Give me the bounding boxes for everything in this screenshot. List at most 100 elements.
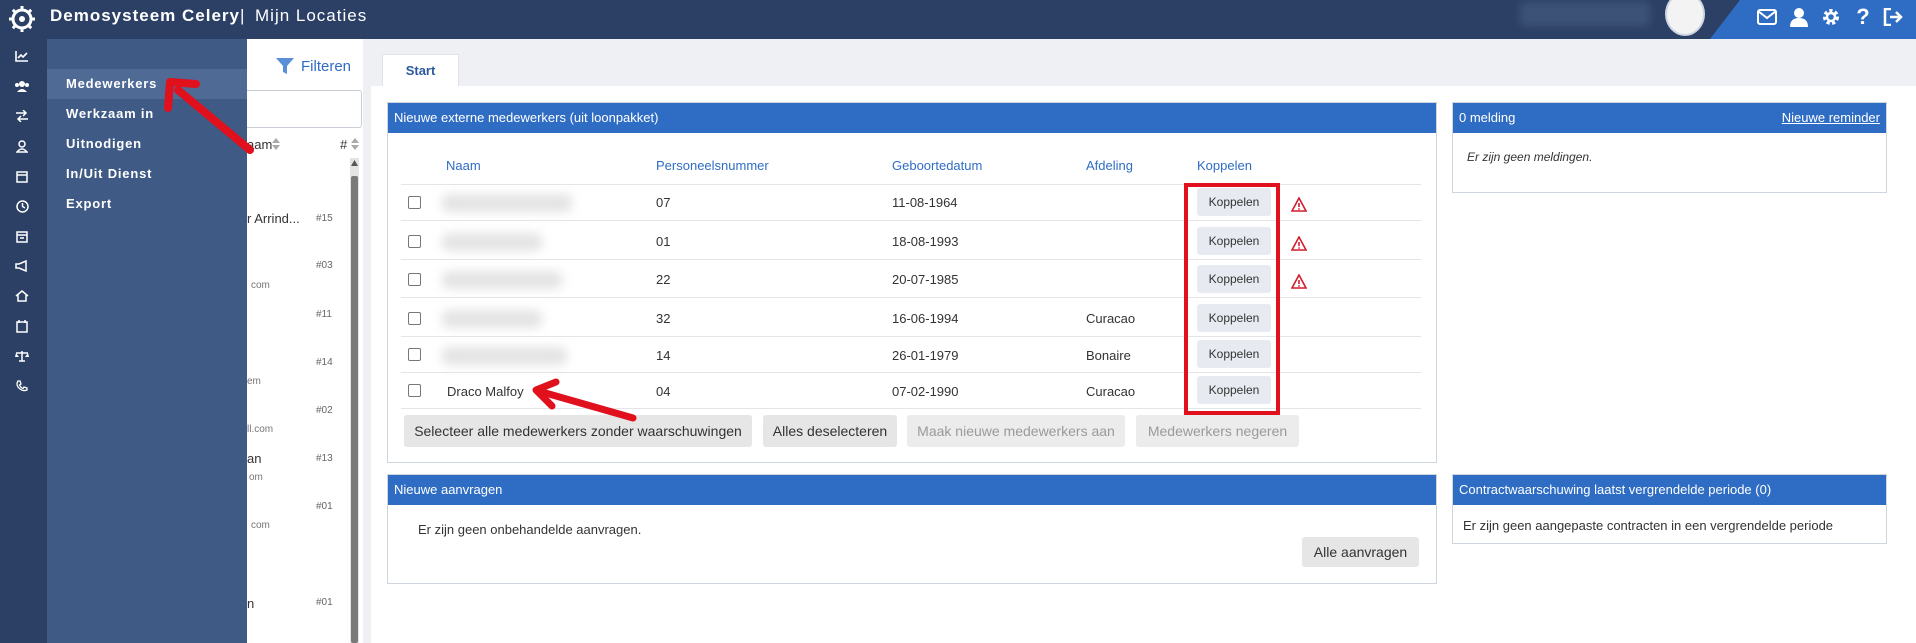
mail-icon[interactable] [1754,4,1780,30]
help-icon[interactable]: ? [1850,4,1876,30]
list-item-number: #01 [316,597,333,608]
employee-name-blurred [442,310,542,328]
list-scrollbar[interactable] [350,158,359,643]
warning-icon[interactable] [1291,274,1307,290]
personnel-number: 04 [656,384,671,399]
no-notifications-text: Er zijn geen meldingen. [1467,150,1593,164]
row-checkbox[interactable] [408,312,421,325]
column-header-name[interactable]: Naam [446,158,481,173]
no-requests-text: Er zijn geen onbehandelde aanvragen. [418,522,642,537]
panel-title: 0 melding Nieuwe reminder [1453,103,1886,133]
sort-icon[interactable] [272,138,280,150]
scrollbar-thumb[interactable] [351,176,358,643]
employee-name: Draco Malfoy [447,384,524,399]
birthdate: 16-06-1994 [892,311,959,326]
menu-item-medewerkers[interactable]: Medewerkers [47,69,247,99]
select-all-without-warnings-button[interactable]: Selecteer alle medewerkers zonder waarsc… [404,415,752,447]
app-title: Demosysteem Celery [50,6,240,25]
app-logo-icon[interactable] [8,5,36,33]
icon-sidebar [0,39,47,643]
list-item-email: ll.com [247,424,274,435]
person-badge-icon[interactable] [12,136,32,156]
column-header-department[interactable]: Afdeling [1086,158,1133,173]
list-item-text[interactable]: r Arrind... [247,211,300,226]
search-input[interactable] [247,90,362,128]
logout-icon[interactable] [1880,4,1906,30]
calendar-check-icon[interactable] [12,166,32,186]
birthdate: 18-08-1993 [892,234,959,249]
row-checkbox[interactable] [408,384,421,397]
list-item-number: #14 [316,357,333,368]
personnel-number: 07 [656,195,671,210]
personnel-number: 32 [656,311,671,326]
row-checkbox[interactable] [408,348,421,361]
transfer-icon[interactable] [12,106,32,126]
list-item-number: #01 [316,501,333,512]
birthdate: 26-01-1979 [892,348,959,363]
list-item-number: #11 [316,309,332,320]
menu-item-in-uit-dienst[interactable]: In/Uit Dienst [47,159,247,189]
notifications-panel: 0 melding Nieuwe reminder [1452,102,1887,193]
birthdate: 20-07-1985 [892,272,959,287]
clock-icon[interactable] [12,196,32,216]
personnel-number: 22 [656,272,671,287]
list-item-number: #15 [316,213,333,224]
scroll-up-icon[interactable] [351,160,358,166]
flyout-menu: Medewerkers Werkzaam in Uitnodigen In/Ui… [47,39,247,643]
chart-icon[interactable] [12,46,32,66]
personnel-number: 14 [656,348,671,363]
tab-start[interactable]: Start [382,54,459,86]
title-separator: | [240,6,245,25]
column-header-link[interactable]: Koppelen [1197,158,1252,173]
menu-item-export[interactable]: Export [47,189,247,219]
filter-button[interactable]: Filteren [275,56,351,76]
no-contracts-text: Er zijn geen aangepaste contracten in ee… [1463,518,1834,533]
settings-gear-icon[interactable] [1818,4,1844,30]
notifications-count: 0 melding [1459,110,1516,125]
list-column-number-header[interactable]: # [340,137,347,152]
users-icon[interactable] [12,76,32,96]
row-checkbox[interactable] [408,235,421,248]
employee-name-blurred [442,233,542,251]
sort-icon[interactable] [351,138,359,150]
deselect-all-button[interactable]: Alles deselecteren [763,415,897,447]
new-reminder-link[interactable]: Nieuwe reminder [1782,103,1880,133]
panel-title: Nieuwe aanvragen [388,475,1436,505]
column-header-personnel-number[interactable]: Personeelsnummer [656,158,769,173]
department: Curacao [1086,311,1136,326]
calendar-icon[interactable] [12,226,32,246]
warning-icon[interactable] [1291,236,1307,252]
warning-icon[interactable] [1291,197,1307,213]
row-checkbox[interactable] [408,273,421,286]
menu-item-uitnodigen[interactable]: Uitnodigen [47,129,247,159]
column-header-birthdate[interactable]: Geboortedatum [892,158,982,173]
employee-name-blurred [442,347,567,365]
calendar-day-icon[interactable] [12,316,32,336]
row-checkbox[interactable] [408,196,421,209]
menu-item-werkzaam-in[interactable]: Werkzaam in [47,99,247,129]
list-item-email: com [251,280,270,291]
list-item-email: om [249,472,263,483]
employee-name-blurred [442,194,572,212]
list-item-number: #13 [316,453,333,464]
birthdate: 07-02-1990 [892,384,959,399]
employee-name-blurred [442,271,562,289]
list-column-name-header[interactable]: aam [247,137,272,152]
all-requests-button[interactable]: Alle aanvragen [1302,537,1419,567]
user-icon[interactable] [1786,4,1812,30]
contract-warning-panel: Contractwaarschuwing laatst vergrendelde… [1452,474,1887,544]
balance-scale-icon[interactable] [12,346,32,366]
ignore-employees-button[interactable]: Medewerkers negeren [1136,415,1299,447]
create-employees-button[interactable]: Maak nieuwe medewerkers aan [907,415,1125,447]
list-item-text[interactable]: an [247,451,261,466]
filter-icon [276,58,294,74]
user-name-blurred [1520,2,1650,26]
list-item-text[interactable]: n [247,596,254,611]
megaphone-icon[interactable] [12,256,32,276]
personnel-number: 01 [656,234,671,249]
panel-title: Contractwaarschuwing laatst vergrendelde… [1453,475,1886,505]
home-icon[interactable] [12,286,32,306]
department: Bonaire [1086,348,1131,363]
avatar[interactable] [1665,0,1705,36]
phone-icon[interactable] [12,376,32,396]
